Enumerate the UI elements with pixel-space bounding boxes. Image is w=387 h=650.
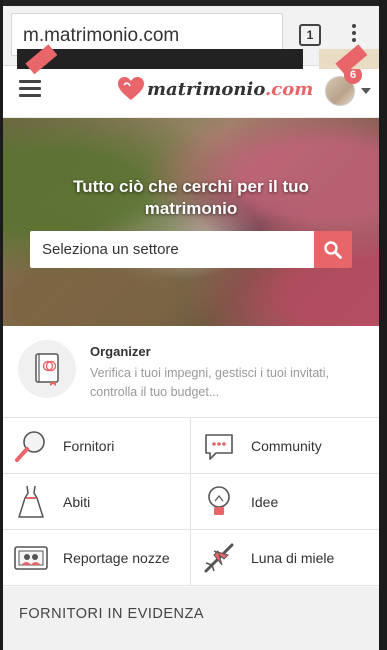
category-community[interactable]: Community (191, 418, 379, 474)
category-label: Idee (251, 493, 279, 510)
speech-bubble-icon (201, 428, 237, 464)
status-bar (3, 0, 379, 6)
logo-wordmark: matrimonio.com (147, 79, 313, 100)
category-label: Reportage nozze (63, 549, 170, 566)
dress-icon (13, 484, 49, 520)
hero-banner: Tutto ciò che cerchi per il tuo matrimon… (3, 118, 379, 326)
site-header: matrimonio.com 6 (3, 66, 379, 118)
featured-vendors-section: FORNITORI IN EVIDENZA (3, 587, 379, 650)
photo-album-icon (13, 540, 49, 576)
category-label: Luna di miele (251, 549, 335, 566)
logo-name: matrimonio (147, 78, 266, 100)
sector-search (30, 231, 352, 268)
category-label: Community (251, 437, 322, 454)
hero-title: Tutto ciò che cerchi per il tuo matrimon… (73, 177, 309, 218)
search-icon (324, 240, 342, 259)
organizer-icon-wrap (18, 340, 76, 398)
search-button[interactable] (314, 231, 352, 268)
logo-tld: .com (265, 78, 314, 100)
category-grid: Fornitori Community Abiti Idee Reportage… (3, 418, 379, 586)
category-idee[interactable]: Idee (191, 474, 379, 530)
organizer-title: Organizer (90, 344, 151, 359)
airplane-icon (201, 540, 237, 576)
chevron-down-icon[interactable] (361, 88, 371, 94)
heart-logo-icon (118, 77, 144, 100)
site-logo[interactable]: matrimonio.com (117, 74, 313, 104)
sector-search-input[interactable] (30, 231, 314, 268)
category-reportage-nozze[interactable]: Reportage nozze (3, 530, 191, 586)
lightbulb-icon (201, 484, 237, 520)
featured-vendor-card[interactable] (17, 49, 303, 69)
category-abiti[interactable]: Abiti (3, 474, 191, 530)
browser-menu-icon[interactable] (349, 24, 359, 46)
magnifier-icon (13, 428, 49, 464)
hamburger-menu-icon[interactable] (19, 80, 41, 98)
phone-screen: m.matrimonio.com 1 matrimonio.com 6 Tutt… (3, 0, 379, 650)
category-label: Fornitori (63, 437, 115, 454)
category-luna-di-miele[interactable]: Luna di miele (191, 530, 379, 586)
tab-switcher-button[interactable]: 1 (299, 24, 321, 46)
featured-vendors-title: FORNITORI IN EVIDENZA (19, 606, 205, 622)
category-label: Abiti (63, 493, 91, 510)
hero-overlay (3, 118, 379, 326)
category-fornitori[interactable]: Fornitori (3, 418, 191, 474)
organizer-description: Verifica i tuoi impegni, gestisci i tuoi… (90, 366, 329, 399)
planner-book-icon (35, 353, 59, 386)
organizer-card[interactable]: Organizer Verifica i tuoi impegni, gesti… (3, 326, 379, 418)
